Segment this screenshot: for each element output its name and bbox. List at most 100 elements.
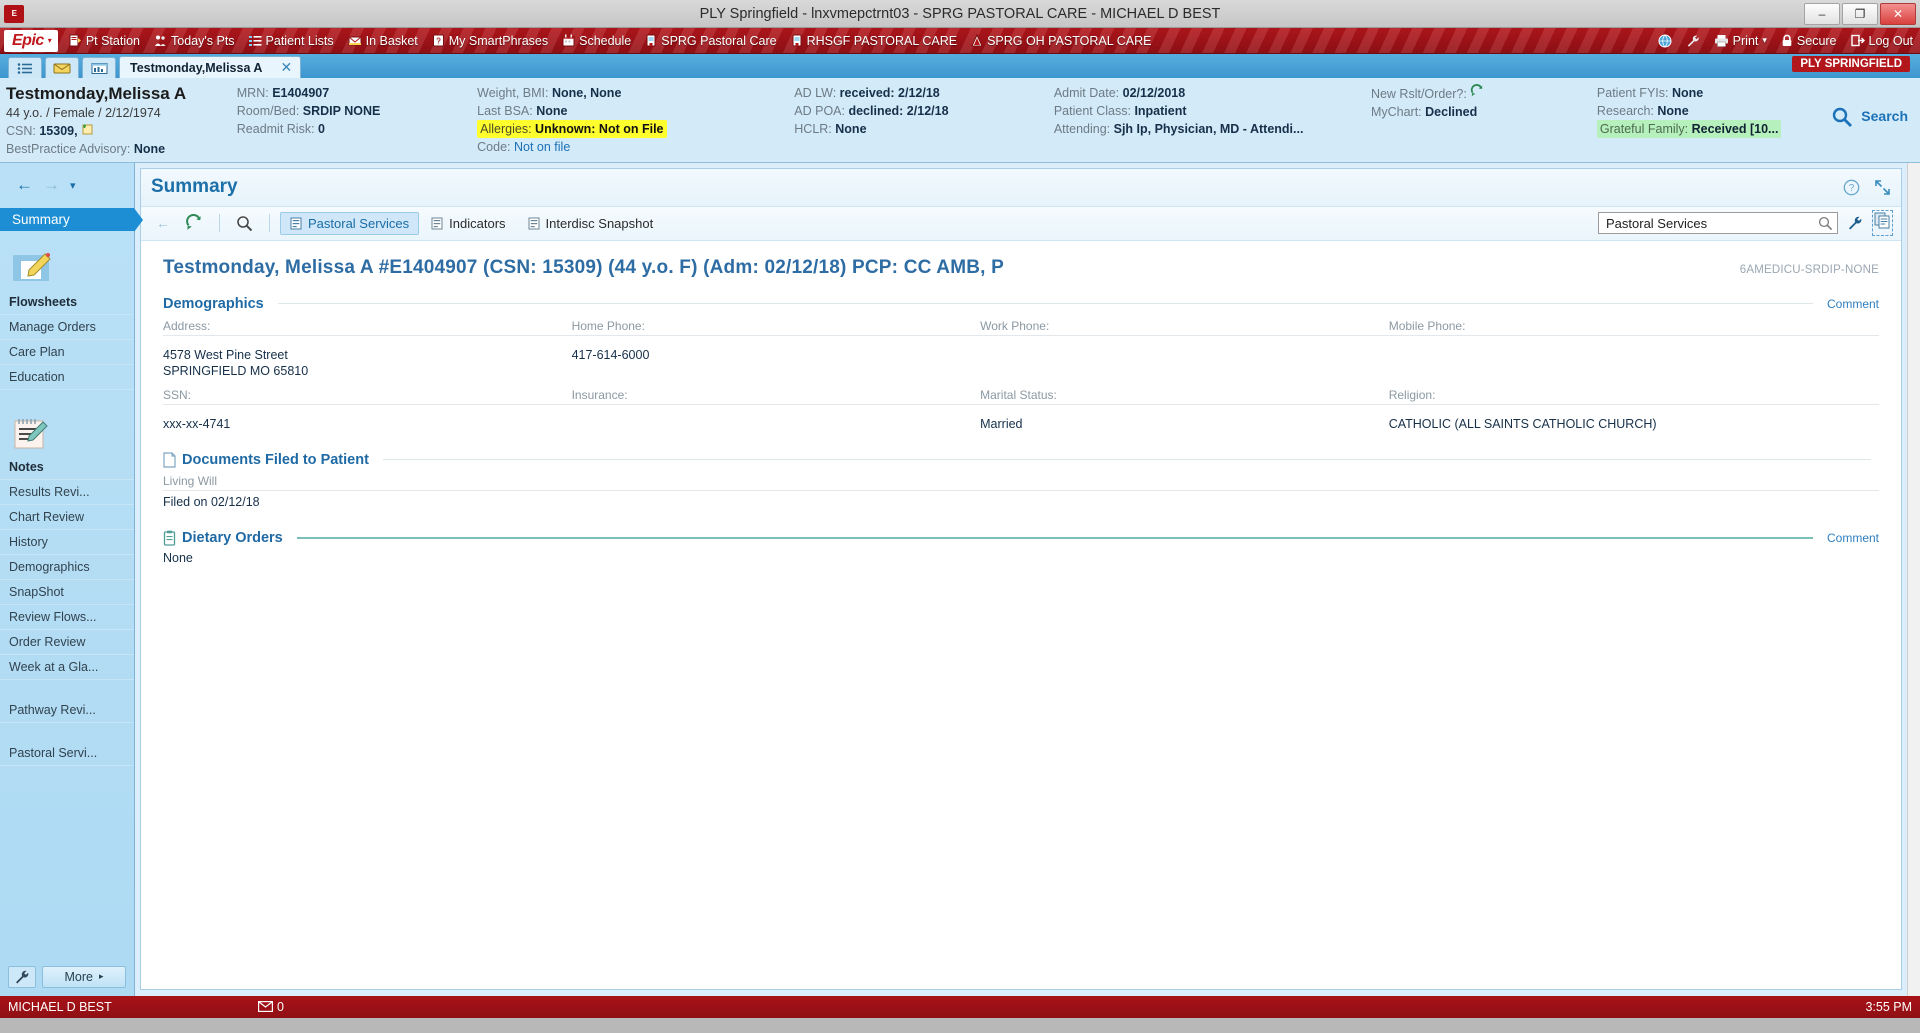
- sidebar-item-history[interactable]: History: [0, 530, 134, 555]
- sidebar-item-pathway-review[interactable]: Pathway Revi...: [0, 698, 134, 723]
- toolbar-item-sprg-pastoral-care[interactable]: SPRG Pastoral Care: [638, 28, 783, 53]
- back-arrow-icon[interactable]: ←: [16, 175, 33, 195]
- section-demographics: Demographics Comment Address: Home Phone…: [163, 296, 1879, 435]
- sidebar-item-snapshot[interactable]: SnapShot: [0, 580, 134, 605]
- help-icon[interactable]: ?: [1843, 179, 1860, 196]
- sidebar-item-education[interactable]: Education: [0, 365, 134, 390]
- department-icon: [971, 34, 983, 47]
- home-phone-label: Home Phone:: [572, 319, 981, 336]
- sidebar-spacer: [0, 390, 134, 408]
- copy-icon[interactable]: [1872, 210, 1893, 236]
- lock-icon: [1781, 34, 1793, 47]
- smartphrases-icon: ?: [432, 34, 445, 47]
- add-note-icon[interactable]: [81, 123, 94, 135]
- toolbar-item-pt-station[interactable]: Pt Station: [62, 28, 147, 53]
- address-value: 4578 West Pine Street SPRINGFIELD MO 658…: [163, 343, 572, 382]
- sidebar-item-flowsheets[interactable]: Flowsheets: [0, 290, 134, 315]
- grateful-family-badge[interactable]: Grateful Family: Received [10...: [1597, 120, 1782, 138]
- close-button[interactable]: ✕: [1880, 3, 1916, 25]
- back-arrow-icon[interactable]: ←: [149, 215, 177, 231]
- demographics-row-1-labels: Address: Home Phone: Work Phone: Mobile …: [163, 319, 1879, 336]
- refresh-icon[interactable]: [179, 214, 209, 232]
- schedule-icon: [562, 34, 575, 47]
- toolbar-item-schedule[interactable]: Schedule: [555, 28, 638, 53]
- sidebar-item-week-at-a-glance[interactable]: Week at a Gla...: [0, 655, 134, 680]
- insurance-value: [572, 412, 981, 434]
- demographics-row-2-values: xxx-xx-4741 Married CATHOLIC (ALL SAINTS…: [163, 412, 1879, 434]
- print-icon: [1714, 34, 1729, 47]
- in-basket-icon-button[interactable]: [45, 57, 79, 78]
- toolbar-item-my-smartphrases[interactable]: ? My SmartPhrases: [425, 28, 555, 53]
- search-button[interactable]: Search: [1861, 106, 1908, 124]
- tab-pastoral-services[interactable]: Pastoral Services: [280, 212, 419, 235]
- chevron-down-icon[interactable]: ▾: [70, 179, 76, 192]
- tab-interdisc-snapshot[interactable]: Interdisc Snapshot: [518, 212, 664, 235]
- patient-tab-active[interactable]: Testmonday,Melissa A ✕: [119, 56, 301, 78]
- search-icon[interactable]: [1818, 216, 1833, 231]
- find-icon[interactable]: [230, 215, 259, 232]
- toolbar-item-print[interactable]: Print ▾: [1707, 28, 1774, 53]
- page-title: Summary: [151, 176, 238, 198]
- toolbar-item-patient-lists[interactable]: Patient Lists: [242, 28, 341, 53]
- refresh-icon[interactable]: [1470, 84, 1484, 98]
- expand-icon[interactable]: [1874, 179, 1891, 196]
- section-header: Demographics Comment: [163, 296, 1879, 312]
- search-icon[interactable]: [1831, 106, 1853, 128]
- sidebar-item-summary[interactable]: Summary: [0, 208, 134, 231]
- patient-name: Testmonday,Melissa A: [6, 84, 225, 104]
- section-header: Dietary Orders Comment: [163, 530, 1879, 546]
- minimize-button[interactable]: –: [1804, 3, 1840, 25]
- toolbar-item-log-out[interactable]: Log Out: [1844, 28, 1920, 53]
- sidebar-item-chart-review[interactable]: Chart Review: [0, 505, 134, 530]
- more-activities-button[interactable]: More ▸: [42, 966, 126, 988]
- patient-identity-column: Testmonday,Melissa A 44 y.o. / Female / …: [0, 84, 231, 158]
- toolbar-item-secure[interactable]: Secure: [1774, 28, 1844, 53]
- admit-date-label: Admit Date:: [1054, 86, 1119, 100]
- summary-search-input[interactable]: Pastoral Services: [1598, 212, 1838, 234]
- status-inbasket[interactable]: 0: [258, 1000, 284, 1014]
- comment-link[interactable]: Comment: [1827, 531, 1879, 545]
- sidebar-item-review-flowsheets[interactable]: Review Flows...: [0, 605, 134, 630]
- sidebar-item-order-review[interactable]: Order Review: [0, 630, 134, 655]
- wrench-icon[interactable]: [8, 966, 36, 988]
- sidebar-item-care-plan[interactable]: Care Plan: [0, 340, 134, 365]
- maximize-button[interactable]: ❐: [1842, 3, 1878, 25]
- toolbar-label: Pt Station: [86, 34, 140, 48]
- patient-list-icon-button[interactable]: [8, 57, 42, 78]
- sidebar-item-demographics[interactable]: Demographics: [0, 555, 134, 580]
- sidebar-item-results-review[interactable]: Results Revi...: [0, 480, 134, 505]
- attending-label: Attending:: [1054, 122, 1110, 136]
- wrench-icon[interactable]: [1847, 215, 1863, 231]
- chart-icon-button[interactable]: [82, 57, 116, 78]
- new-result-order-label: New Rslt/Order?:: [1371, 87, 1467, 101]
- window-scrollbar[interactable]: [1907, 163, 1920, 996]
- code-status-value[interactable]: Not on file: [514, 140, 570, 154]
- window-controls: – ❐ ✕: [1804, 3, 1920, 25]
- sidebar-item-pastoral-services[interactable]: Pastoral Servi...: [0, 741, 134, 766]
- readmit-risk-label: Readmit Risk:: [237, 122, 315, 136]
- header-search-group: Search: [1831, 84, 1920, 158]
- forward-arrow-icon[interactable]: →: [43, 175, 60, 195]
- toolbar-item-in-basket[interactable]: In Basket: [341, 28, 425, 53]
- comment-link[interactable]: Comment: [1827, 297, 1879, 311]
- toolbar-item-wrench[interactable]: [1679, 28, 1707, 53]
- sidebar-item-notes[interactable]: Notes: [0, 455, 134, 480]
- print-dropdown-icon[interactable]: ▾: [1762, 35, 1767, 46]
- toolbar-item-todays-pts[interactable]: Today's Pts: [147, 28, 242, 53]
- in-basket-icon: [348, 34, 362, 47]
- activity-sidebar: ← → ▾ Summary Flowsheets Manage Orders C…: [0, 163, 135, 996]
- close-icon[interactable]: ✕: [280, 59, 292, 76]
- allergies-label: Allergies:: [480, 122, 531, 136]
- ad-poa-value: declined: 2/12/18: [848, 104, 948, 118]
- epic-menu-button[interactable]: Epic ▾: [4, 30, 58, 52]
- toolbar-item-globe[interactable]: [1651, 28, 1679, 53]
- status-user: MICHAEL D BEST: [8, 1000, 258, 1014]
- sidebar-item-manage-orders[interactable]: Manage Orders: [0, 315, 134, 340]
- tab-indicators[interactable]: Indicators: [421, 212, 515, 235]
- toolbar-right-group: Print ▾ Secure Log Out: [1651, 28, 1920, 53]
- toolbar-item-rhsgf-pastoral-care[interactable]: RHSGF PASTORAL CARE: [784, 28, 965, 53]
- toolbar-item-sprg-oh-pastoral-care[interactable]: SPRG OH PASTORAL CARE: [964, 28, 1158, 53]
- last-bsa-label: Last BSA:: [477, 104, 533, 118]
- allergies-badge[interactable]: Allergies: Unknown: Not on File: [477, 120, 666, 138]
- readmit-risk-value: 0: [318, 122, 325, 136]
